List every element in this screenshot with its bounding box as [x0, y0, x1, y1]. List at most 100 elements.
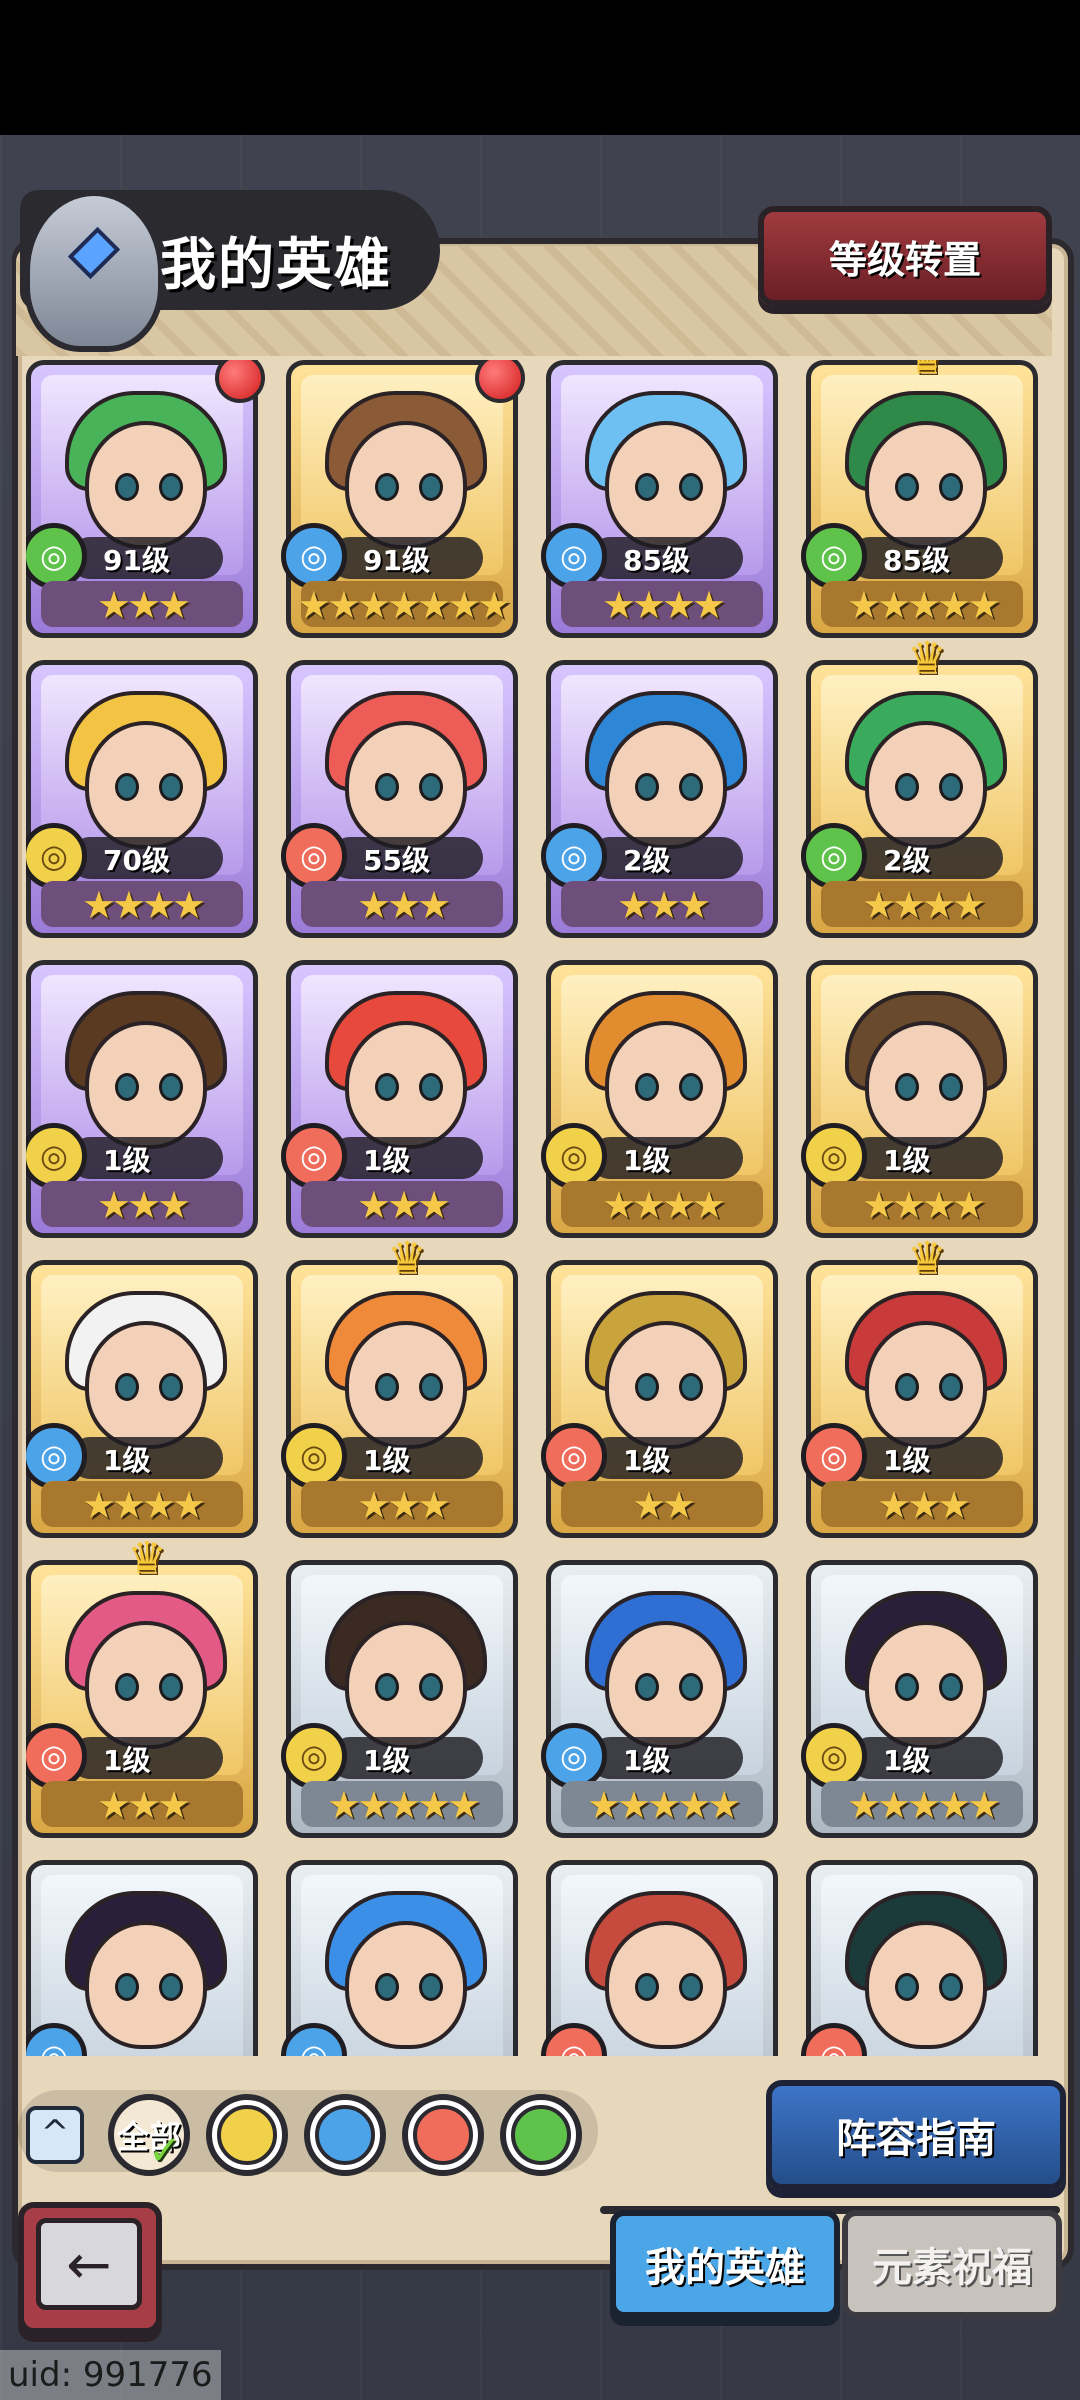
hero-eye — [635, 473, 659, 501]
hero-face — [345, 721, 467, 849]
fire-icon[interactable] — [402, 2094, 484, 2176]
hero-level: 1级 — [103, 1744, 151, 1777]
earth-element-icon: ◎ — [801, 1723, 867, 1789]
hero-card[interactable]: ◎ — [801, 1860, 1038, 2056]
hero-card[interactable]: 1级 ◎ ★★★★★ — [541, 1560, 778, 1838]
water-element-icon: ◎ — [541, 1723, 607, 1789]
crown-icon: ♛ — [907, 1233, 947, 1284]
hero-eye — [375, 773, 399, 801]
hero-card[interactable]: 1级 ◎ ★★★★ — [541, 960, 778, 1238]
hero-card[interactable]: 85级 ◎ ★★★★ — [541, 360, 778, 638]
hero-level: 1级 — [363, 1744, 411, 1777]
wind-icon[interactable] — [500, 2094, 582, 2176]
hero-eye — [419, 1973, 443, 2001]
crown-icon: ♛ — [387, 1233, 427, 1284]
hero-face — [85, 421, 207, 549]
hero-card[interactable]: ◎ — [541, 1860, 778, 2056]
hero-eye — [115, 473, 139, 501]
hero-card[interactable]: 1级 ◎ ★★★ ♛ — [801, 1237, 1038, 1538]
status-area — [0, 0, 1080, 135]
hero-level: 1级 — [883, 1144, 931, 1177]
hero-face — [605, 1621, 727, 1749]
hero-card[interactable]: 1级 ◎ ★★★★ — [26, 1260, 258, 1538]
hero-face — [85, 1621, 207, 1749]
hero-card[interactable]: ◎ — [281, 1860, 518, 2056]
hero-eye — [679, 1073, 703, 1101]
earth-element-icon: ◎ — [281, 1723, 347, 1789]
hero-face — [345, 1021, 467, 1149]
hero-eye — [679, 1673, 703, 1701]
water-element-icon: ◎ — [541, 823, 607, 889]
hero-stars: ★★★ — [96, 1183, 191, 1227]
hero-stars: ★★★★ — [601, 1183, 726, 1227]
hero-eye — [375, 1973, 399, 2001]
fire-element-icon: ◎ — [26, 1723, 87, 1789]
hero-level: 70级 — [103, 844, 170, 877]
back-arrow-icon[interactable]: ← — [36, 2218, 142, 2310]
hero-stars: ★★★★★★★ — [296, 583, 511, 627]
water-icon[interactable] — [304, 2094, 386, 2176]
notification-dot — [475, 360, 525, 403]
hero-eye — [635, 1973, 659, 2001]
hero-stars: ★★★★ — [81, 883, 206, 927]
hero-stars: ★★★★★ — [846, 583, 1001, 627]
hero-face — [85, 1921, 207, 2049]
hero-face — [85, 721, 207, 849]
page-title: 我的英雄 — [160, 233, 392, 298]
fire-element-icon: ◎ — [281, 823, 347, 889]
hero-stars: ★★★★★ — [846, 1783, 1001, 1827]
hero-card[interactable]: 91级 ◎ ★★★★★★★ — [281, 360, 525, 638]
hero-face — [865, 421, 987, 549]
hero-eye — [159, 1373, 183, 1401]
hero-eye — [375, 1073, 399, 1101]
hero-face — [865, 1621, 987, 1749]
hero-level: 91级 — [103, 544, 170, 577]
hero-eye — [375, 1673, 399, 1701]
crown-icon: ♛ — [127, 1533, 167, 1584]
hero-eye — [419, 773, 443, 801]
hero-stars: ★★★ — [96, 583, 191, 627]
hero-level: 85级 — [883, 544, 950, 577]
tab-my-heroes[interactable]: 我的英雄 — [610, 2210, 840, 2318]
hero-card[interactable]: 2级 ◎ ★★★ — [541, 660, 778, 938]
hero-card[interactable]: 1级 ◎ ★★★★★ — [801, 1560, 1038, 1838]
hero-card[interactable]: 1级 ◎ ★★★ — [26, 960, 258, 1238]
wind-element-icon: ◎ — [801, 523, 867, 589]
hero-card[interactable]: 70级 ◎ ★★★★ — [26, 660, 258, 938]
hero-level: 85级 — [623, 544, 690, 577]
tab-label: 我的英雄 — [645, 2245, 805, 2291]
hero-card[interactable]: ◎ — [26, 1860, 258, 2056]
hero-eye — [895, 1973, 919, 2001]
hero-card[interactable]: 85级 ◎★★★★★ ♛ — [801, 360, 1038, 638]
lineup-guide-button[interactable]: 阵容指南 — [766, 2080, 1066, 2190]
hero-eye — [375, 1373, 399, 1401]
hero-card[interactable]: 1级 ◎ ★★★ ♛ — [281, 1237, 518, 1538]
hero-card[interactable]: 55级 ◎ ★★★ — [281, 660, 518, 938]
hero-card[interactable]: 1级 ◎ ★★★ — [281, 960, 518, 1238]
hero-card[interactable]: 2级 ◎ ★★★★ ♛ — [801, 637, 1038, 938]
water-element-icon: ◎ — [541, 523, 607, 589]
hero-level: 1级 — [623, 1144, 671, 1177]
hero-card[interactable]: 1级 ◎ ★★★★★ — [281, 1560, 518, 1838]
hero-card[interactable]: 1级 ◎ ★★★ ♛ — [26, 1537, 258, 1838]
hero-stars: ★★ — [631, 1483, 696, 1527]
wind-element-icon: ◎ — [801, 823, 867, 889]
tab-element-blessing[interactable]: 元素祝福 — [842, 2210, 1062, 2318]
hero-stars: ★★★ — [356, 1483, 451, 1527]
hero-face — [865, 721, 987, 849]
hero-face — [345, 1921, 467, 2049]
hero-eye — [939, 473, 963, 501]
hero-eye — [375, 473, 399, 501]
hero-card[interactable]: 91级 ◎ ★★★ — [26, 360, 265, 638]
tab-label: 元素祝福 — [872, 2245, 1032, 2291]
earth-icon[interactable] — [206, 2094, 288, 2176]
helmet-icon — [24, 190, 164, 352]
hero-eye — [895, 1373, 919, 1401]
hero-eye — [419, 1373, 443, 1401]
hero-card[interactable]: 1级 ◎ ★★★★ — [801, 960, 1038, 1238]
hero-level: 1级 — [363, 1444, 411, 1477]
level-transfer-button[interactable]: 等级转置 — [758, 206, 1052, 306]
hero-card[interactable]: 1级 ◎ ★★ — [541, 1260, 778, 1538]
caret-up-icon[interactable]: ^ — [26, 2106, 84, 2164]
hero-stars: ★★★ — [876, 1483, 971, 1527]
